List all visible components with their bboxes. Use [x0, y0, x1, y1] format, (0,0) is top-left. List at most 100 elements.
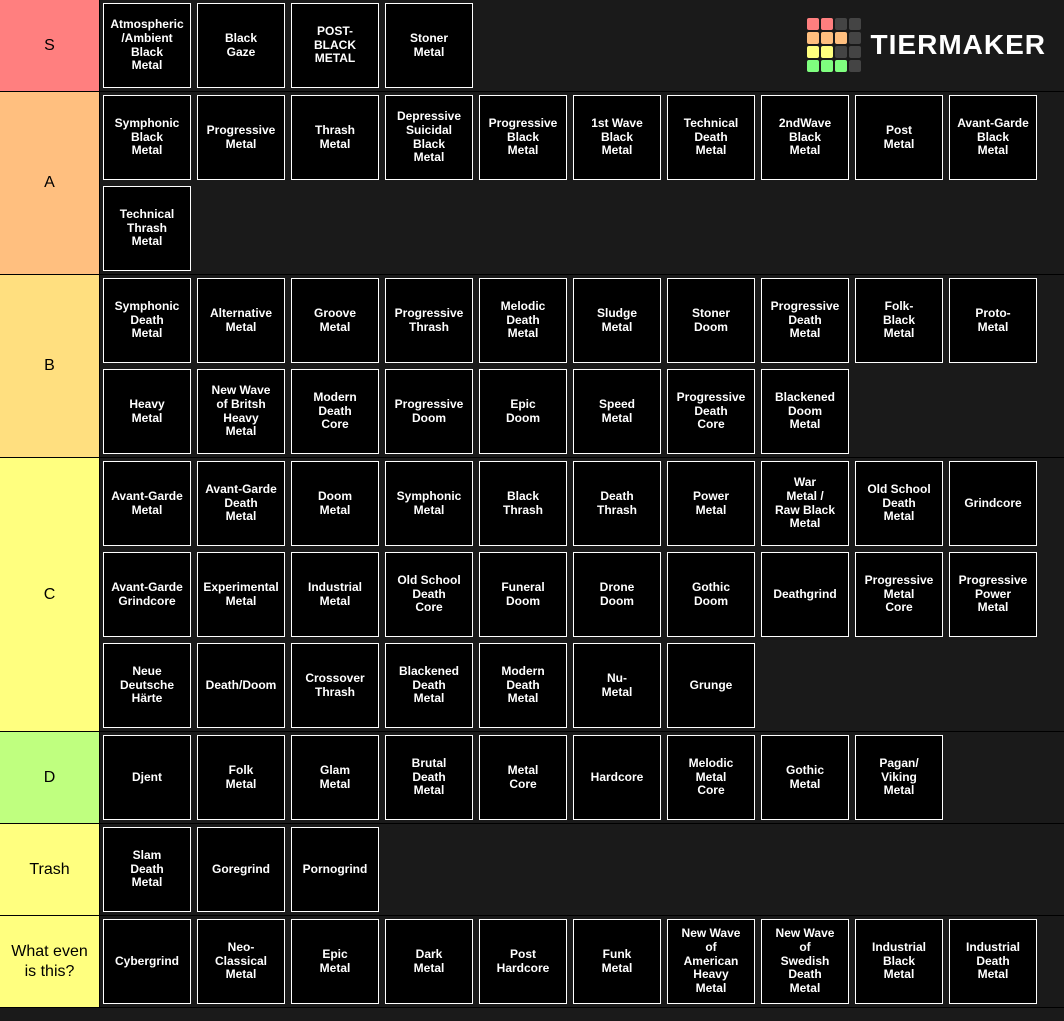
tier-items[interactable]: Symphonic Black MetalProgressive MetalTh…	[100, 92, 1064, 274]
tier-label[interactable]: Trash	[0, 824, 100, 915]
tier-item[interactable]: Heavy Metal	[103, 369, 191, 454]
tier-item[interactable]: Funk Metal	[573, 919, 661, 1004]
tier-item[interactable]: Alternative Metal	[197, 278, 285, 363]
tier-item[interactable]: Crossover Thrash	[291, 643, 379, 728]
tier-item[interactable]: Experimental Metal	[197, 552, 285, 637]
tier-item[interactable]: Death/Doom	[197, 643, 285, 728]
tier-item[interactable]: Pornogrind	[291, 827, 379, 912]
tier-items[interactable]: CybergrindNeo- Classical MetalEpic Metal…	[100, 916, 1064, 1007]
tier-item[interactable]: Progressive Power Metal	[949, 552, 1037, 637]
tier-item[interactable]: Slam Death Metal	[103, 827, 191, 912]
tier-item[interactable]: Dark Metal	[385, 919, 473, 1004]
tier-item[interactable]: Metal Core	[479, 735, 567, 820]
tier-item[interactable]: Epic Doom	[479, 369, 567, 454]
tier-item[interactable]: Drone Doom	[573, 552, 661, 637]
tier-item[interactable]: Grindcore	[949, 461, 1037, 546]
tier-item[interactable]: Pagan/ Viking Metal	[855, 735, 943, 820]
tier-item[interactable]: Power Metal	[667, 461, 755, 546]
tier-item[interactable]: Progressive Metal	[197, 95, 285, 180]
tier-item[interactable]: Proto- Metal	[949, 278, 1037, 363]
tier-item[interactable]: New Wave of American Heavy Metal	[667, 919, 755, 1004]
tier-item[interactable]: Deathgrind	[761, 552, 849, 637]
tiermaker-logo-icon	[807, 18, 861, 72]
tier-item[interactable]: Blackened Doom Metal	[761, 369, 849, 454]
tier-item[interactable]: Funeral Doom	[479, 552, 567, 637]
tier-item[interactable]: Symphonic Death Metal	[103, 278, 191, 363]
tier-item[interactable]: Technical Thrash Metal	[103, 186, 191, 271]
tier-item[interactable]: Modern Death Metal	[479, 643, 567, 728]
tier-item[interactable]: Stoner Doom	[667, 278, 755, 363]
tier-item[interactable]: Avant-Garde Metal	[103, 461, 191, 546]
tier-item[interactable]: New Wave of Swedish Death Metal	[761, 919, 849, 1004]
tier-item[interactable]: Symphonic Metal	[385, 461, 473, 546]
tier-item[interactable]: Sludge Metal	[573, 278, 661, 363]
tier-item[interactable]: Melodic Death Metal	[479, 278, 567, 363]
tier-item[interactable]: Hardcore	[573, 735, 661, 820]
tier-item[interactable]: Neo- Classical Metal	[197, 919, 285, 1004]
tier-item[interactable]: Nu- Metal	[573, 643, 661, 728]
tier-item[interactable]: Depressive Suicidal Black Metal	[385, 95, 473, 180]
tier-item[interactable]: War Metal / Raw Black Metal	[761, 461, 849, 546]
tier-item[interactable]: Avant-Garde Black Metal	[949, 95, 1037, 180]
tier-item[interactable]: Technical Death Metal	[667, 95, 755, 180]
tiermaker-wordmark: TierMaker	[871, 29, 1046, 61]
tier-item[interactable]: Death Thrash	[573, 461, 661, 546]
tier-item[interactable]: Post Metal	[855, 95, 943, 180]
tier-item[interactable]: Thrash Metal	[291, 95, 379, 180]
tier-item[interactable]: Avant-Garde Grindcore	[103, 552, 191, 637]
tiermaker-branding: TierMaker	[807, 18, 1046, 72]
tier-label[interactable]: D	[0, 732, 100, 823]
tier-label[interactable]: A	[0, 92, 100, 274]
tier-item[interactable]: Groove Metal	[291, 278, 379, 363]
tier-item[interactable]: Gothic Metal	[761, 735, 849, 820]
tier-label[interactable]: C	[0, 458, 100, 731]
tier-item[interactable]: Folk- Black Metal	[855, 278, 943, 363]
tier-items[interactable]: DjentFolk MetalGlam MetalBrutal Death Me…	[100, 732, 1064, 823]
tier-item[interactable]: Progressive Metal Core	[855, 552, 943, 637]
tier-item[interactable]: Gothic Doom	[667, 552, 755, 637]
tier-item[interactable]: Industrial Death Metal	[949, 919, 1037, 1004]
tier-item[interactable]: Grunge	[667, 643, 755, 728]
tier-item[interactable]: Progressive Death Core	[667, 369, 755, 454]
tier-row: TrashSlam Death MetalGoregrindPornogrind	[0, 824, 1064, 916]
tier-item[interactable]: Avant-Garde Death Metal	[197, 461, 285, 546]
tier-item[interactable]: Djent	[103, 735, 191, 820]
tier-items[interactable]: Symphonic Death MetalAlternative MetalGr…	[100, 275, 1064, 457]
tier-label[interactable]: What even is this?	[0, 916, 100, 1007]
tier-item[interactable]: Old School Death Core	[385, 552, 473, 637]
tier-item[interactable]: 2ndWave Black Metal	[761, 95, 849, 180]
tier-item[interactable]: Symphonic Black Metal	[103, 95, 191, 180]
tier-item[interactable]: Modern Death Core	[291, 369, 379, 454]
tier-item[interactable]: Progressive Thrash	[385, 278, 473, 363]
tier-item[interactable]: Melodic Metal Core	[667, 735, 755, 820]
tier-item[interactable]: Post Hardcore	[479, 919, 567, 1004]
tier-item[interactable]: Progressive Black Metal	[479, 95, 567, 180]
tier-item[interactable]: Epic Metal	[291, 919, 379, 1004]
tier-item[interactable]: New Wave of Britsh Heavy Metal	[197, 369, 285, 454]
tier-label[interactable]: B	[0, 275, 100, 457]
tier-item[interactable]: Industrial Black Metal	[855, 919, 943, 1004]
tier-items[interactable]: Slam Death MetalGoregrindPornogrind	[100, 824, 1064, 915]
tier-item[interactable]: Folk Metal	[197, 735, 285, 820]
tier-item[interactable]: Blackened Death Metal	[385, 643, 473, 728]
tier-item[interactable]: Atmospheric /Ambient Black Metal	[103, 3, 191, 88]
tier-row: ASymphonic Black MetalProgressive MetalT…	[0, 92, 1064, 275]
tier-item[interactable]: Speed Metal	[573, 369, 661, 454]
tier-item[interactable]: Industrial Metal	[291, 552, 379, 637]
tier-item[interactable]: Brutal Death Metal	[385, 735, 473, 820]
tier-item[interactable]: 1st Wave Black Metal	[573, 95, 661, 180]
tier-item[interactable]: Old School Death Metal	[855, 461, 943, 546]
tier-item[interactable]: Neue Deutsche Härte	[103, 643, 191, 728]
tier-item[interactable]: Progressive Doom	[385, 369, 473, 454]
tier-item[interactable]: POST- BLACK METAL	[291, 3, 379, 88]
tier-item[interactable]: Goregrind	[197, 827, 285, 912]
tier-item[interactable]: Black Gaze	[197, 3, 285, 88]
tier-item[interactable]: Progressive Death Metal	[761, 278, 849, 363]
tier-item[interactable]: Glam Metal	[291, 735, 379, 820]
tier-item[interactable]: Cybergrind	[103, 919, 191, 1004]
tier-item[interactable]: Doom Metal	[291, 461, 379, 546]
tier-items[interactable]: Avant-Garde MetalAvant-Garde Death Metal…	[100, 458, 1064, 731]
tier-label[interactable]: S	[0, 0, 100, 91]
tier-item[interactable]: Black Thrash	[479, 461, 567, 546]
tier-item[interactable]: Stoner Metal	[385, 3, 473, 88]
